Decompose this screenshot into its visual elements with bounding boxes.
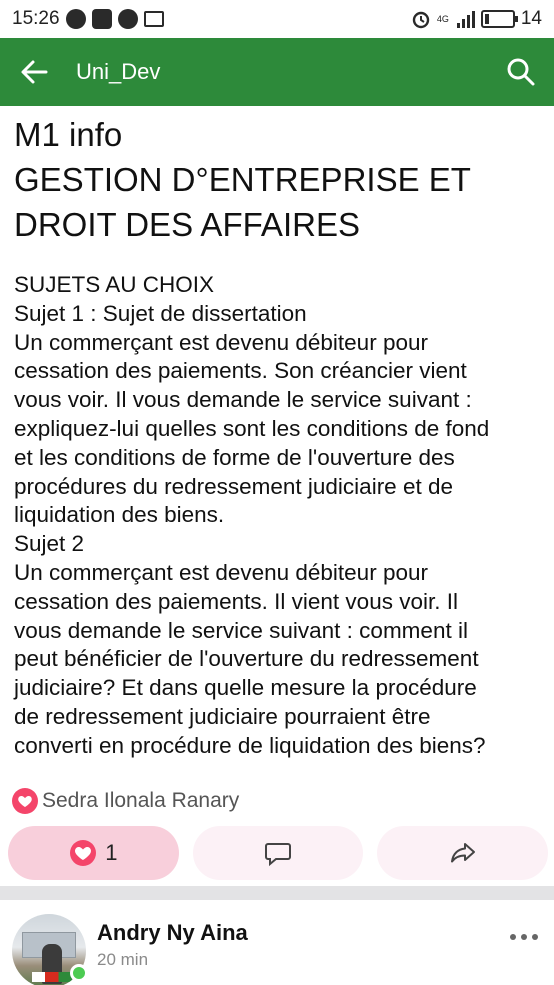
search-icon[interactable] xyxy=(506,57,536,87)
status-bar: 15:26 4G 14 xyxy=(0,0,554,38)
battery-level: 14 xyxy=(520,8,542,29)
messenger-notification-icon xyxy=(65,9,86,29)
shield-notification-icon xyxy=(91,9,112,29)
post-body-line: cessation des paiements. Son créancier v… xyxy=(14,358,467,384)
post-body-line: SUJETS AU CHOIX xyxy=(14,272,215,297)
more-horizontal-icon xyxy=(510,934,516,940)
author-name[interactable]: Andry Ny Aina xyxy=(97,920,248,946)
reactor-name: Sedra Ilonala Ranary xyxy=(42,789,240,812)
post-divider xyxy=(0,886,554,900)
post-body-line: Sujet 1 : Sujet de dissertation xyxy=(14,300,307,326)
app-bar: Uni_Dev xyxy=(0,38,554,106)
reaction-summary[interactable]: Sedra Ilonala Ranary xyxy=(12,788,239,814)
share-icon xyxy=(450,843,475,863)
post-body-line: Sujet 2 xyxy=(14,531,85,557)
post-body-line: expliquez-lui quelles sont les condition… xyxy=(14,415,490,441)
arrow-left-icon[interactable] xyxy=(18,56,50,88)
image-notification-icon xyxy=(143,11,164,27)
post-body-line: vous voir. Il vous demande le service su… xyxy=(14,387,472,413)
post-body-line: vous demande le service suivant : commen… xyxy=(14,617,468,643)
heart-icon xyxy=(70,840,97,866)
alarm-icon xyxy=(412,11,430,29)
post-body: SUJETS AU CHOIX Sujet 1 : Sujet de disser… xyxy=(14,271,544,761)
post-body-line: cessation des paiements. Il vient vous v… xyxy=(14,588,458,614)
network-type-label: 4G xyxy=(436,13,449,24)
online-status-indicator xyxy=(70,964,88,982)
status-right: 4G 14 xyxy=(411,8,542,30)
post-body-line: et les conditions de forme de l'ouvertur… xyxy=(14,444,455,470)
post-title: M1 info GESTION D°ENTREPRISE ET DROIT DE… xyxy=(14,116,471,243)
heart-icon xyxy=(12,788,38,814)
share-button[interactable] xyxy=(377,826,549,880)
more-options-button[interactable] xyxy=(510,934,538,940)
post-body-line: Un commerçant est devenu débiteur pour xyxy=(14,329,428,355)
like-button[interactable]: 1 xyxy=(8,826,179,880)
post-body-line: procédures du redressement judiciaire et… xyxy=(14,473,453,499)
post-time: 20 min xyxy=(97,950,149,969)
post-body-line: de redressement judiciaire pourraient êt… xyxy=(14,703,431,729)
post-body-line: converti en procédure de liquidation des… xyxy=(14,732,486,758)
comment-button[interactable] xyxy=(192,826,364,880)
post-body-line: liquidation des biens. xyxy=(14,502,225,528)
post-actions: 1 xyxy=(8,826,549,880)
next-post-header: Andry Ny Aina 20 min xyxy=(0,904,554,985)
comment-icon xyxy=(265,843,291,867)
group-title: Uni_Dev xyxy=(76,59,161,84)
status-time: 15:26 xyxy=(12,8,60,29)
like-count: 1 xyxy=(105,840,118,865)
post-body-line: Un commerçant est devenu débiteur pour xyxy=(14,559,428,585)
post-body-line: judiciaire? Et dans quelle mesure la pro… xyxy=(14,675,477,701)
battery-icon xyxy=(480,10,518,28)
status-left: 15:26 xyxy=(12,8,164,30)
signal-icon xyxy=(456,10,475,28)
post-content: M1 info GESTION D°ENTREPRISE ET DROIT DE… xyxy=(14,112,544,761)
post-body-line: peut bénéficier de l'ouverture du redres… xyxy=(14,646,479,672)
messenger-notification-icon-2 xyxy=(117,9,138,29)
